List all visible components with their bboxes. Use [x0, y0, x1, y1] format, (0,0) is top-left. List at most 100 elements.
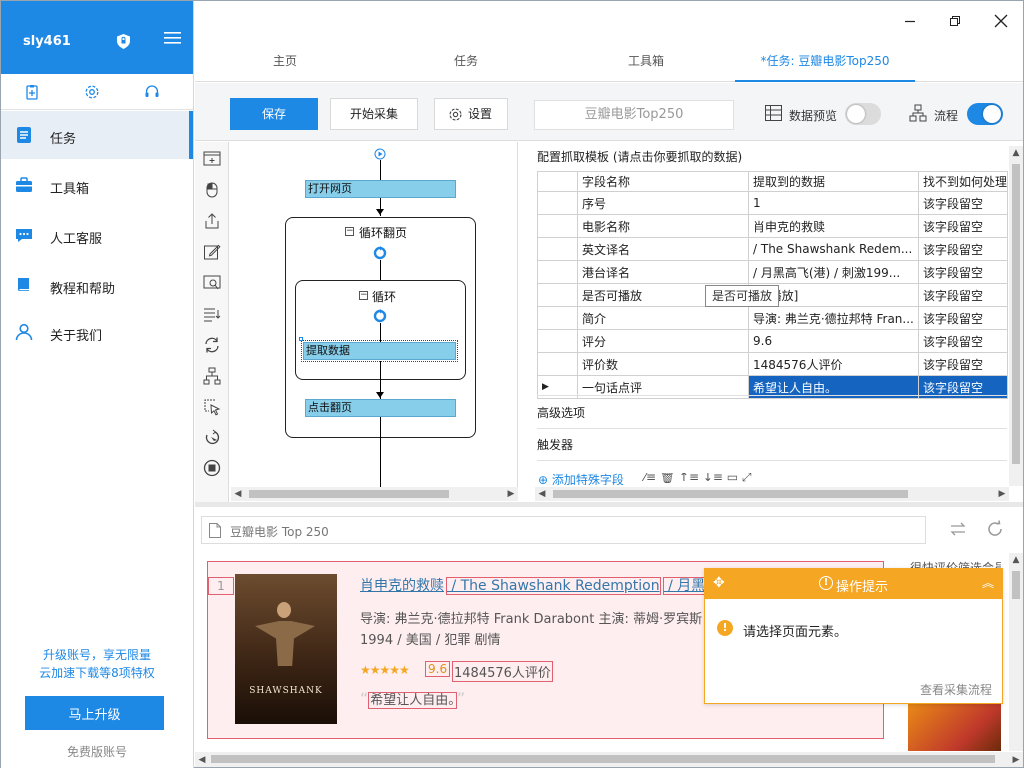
movie-poster[interactable]: SHAWSHANK — [235, 574, 337, 724]
trigger-section[interactable]: 触发器 — [537, 436, 573, 453]
not-found-action-cell[interactable]: 该字段留空 — [917, 237, 1009, 261]
scrollbar-thumb[interactable] — [553, 490, 908, 498]
table-row[interactable]: 电影名称 肖申克的救赎 该字段留空 — [537, 214, 1009, 238]
headset-icon[interactable] — [144, 84, 160, 100]
flow-node-open-page[interactable]: 打开网页 — [305, 180, 456, 198]
reload-icon[interactable] — [986, 520, 1004, 538]
browser-horizontal-scrollbar[interactable]: ◀ ▶ — [195, 752, 1023, 767]
row-indicator[interactable] — [537, 214, 578, 238]
table-row[interactable]: 评分 9.6 该字段留空 — [537, 329, 1009, 353]
scroll-up-icon[interactable]: ▲ — [1009, 553, 1023, 567]
movie-title-cn[interactable]: 肖申克的救赎 — [360, 578, 444, 594]
move-icon[interactable]: ✥ — [713, 575, 725, 591]
add-special-field-link[interactable]: ⊕ 添加特殊字段 — [538, 473, 624, 485]
close-icon[interactable] — [993, 13, 1009, 29]
scroll-left-icon[interactable]: ◀ — [535, 487, 549, 501]
vote-count[interactable]: 1484576人评价 — [452, 661, 553, 682]
open-page-icon[interactable] — [203, 150, 221, 168]
tab-tasks[interactable]: 任务 — [421, 45, 511, 82]
table-row[interactable]: 港台译名 / 月黑高飞(港) / 刺激199... 该字段留空 — [537, 260, 1009, 284]
refresh-cursor-icon[interactable] — [203, 429, 221, 447]
not-found-action-cell[interactable]: 该字段留空 — [917, 214, 1009, 238]
scrollbar-thumb[interactable] — [211, 755, 995, 763]
sidebar-item-about[interactable]: 关于我们 — [1, 308, 193, 356]
row-indicator[interactable] — [537, 283, 578, 307]
tab-home[interactable]: 主页 — [240, 45, 330, 82]
mouse-click-icon[interactable] — [203, 181, 221, 199]
loop-icon[interactable] — [203, 336, 221, 354]
settings-button[interactable]: 设置 — [434, 98, 508, 130]
scroll-left-icon[interactable]: ◀ — [231, 487, 245, 501]
flow-horizontal-scrollbar[interactable]: ◀ ▶ — [231, 487, 518, 501]
table-row[interactable]: 序号 1 该字段留空 — [537, 191, 1009, 215]
row-indicator[interactable] — [537, 306, 578, 330]
movie-director-cast[interactable]: 导演: 弗兰克·德拉邦特 Frank Darabont 主演: 蒂姆·罗宾斯 T — [360, 608, 714, 627]
field-name-cell[interactable]: 评价数 — [577, 352, 749, 376]
branch-icon[interactable] — [203, 367, 221, 385]
scroll-left-icon[interactable]: ◀ — [195, 753, 209, 767]
not-found-action-cell[interactable]: 该字段留空 — [917, 283, 1009, 307]
task-name-field[interactable]: 豆瓣电影Top250 — [534, 100, 734, 130]
scroll-right-icon[interactable]: ▶ — [995, 487, 1009, 501]
not-found-action-cell[interactable]: 该字段留空 — [917, 191, 1009, 215]
edit-icon[interactable] — [203, 243, 221, 261]
browser-address-bar[interactable]: 豆瓣电影 Top 250 — [201, 516, 926, 544]
row-indicator[interactable] — [537, 191, 578, 215]
field-name-cell[interactable]: 简介 — [577, 306, 749, 330]
scrollbar-thumb[interactable] — [1012, 164, 1020, 464]
stop-icon[interactable] — [203, 459, 221, 477]
sidebar-item-support[interactable]: 人工客服 — [1, 211, 193, 259]
field-name-cell[interactable]: 英文译名 — [577, 237, 749, 261]
footer-tool-icons[interactable]: ⁄≡ 🗑 ↑≡ ↓≡ ▭ ⤢ — [644, 473, 752, 485]
not-found-action-cell[interactable]: 该字段留空 — [917, 306, 1009, 330]
gear-icon[interactable] — [84, 84, 100, 100]
extracted-data-cell[interactable]: / The Shawshank Redem... — [748, 237, 919, 261]
extracted-data-cell[interactable]: 肖申克的救赎 — [748, 214, 919, 238]
extracted-data-cell[interactable]: 1484576人评价 — [748, 352, 919, 376]
sidebar-item-tasks[interactable]: 任务 — [1, 111, 193, 159]
extracted-data-cell[interactable]: 导演: 弗兰克·德拉邦特 Fran... — [748, 306, 919, 330]
shield-icon[interactable] — [117, 34, 130, 49]
field-name-cell[interactable]: 评分 — [577, 329, 749, 353]
field-name-cell[interactable]: 港台译名 — [577, 260, 749, 284]
movie-year-genre[interactable]: 1994 / 美国 / 犯罪 剧情 — [360, 629, 501, 648]
collapse-up-icon[interactable]: ︽ — [982, 574, 994, 591]
rating-value[interactable]: 9.6 — [425, 661, 451, 677]
extract-data-icon[interactable] — [203, 274, 221, 292]
table-row[interactable]: 简介 导演: 弗兰克·德拉邦特 Fran... 该字段留空 — [537, 306, 1009, 330]
item-number[interactable]: 1 — [208, 577, 234, 595]
movie-title-en[interactable]: / The Shawshank Redemption — [446, 577, 661, 595]
extracted-data-cell[interactable]: / 月黑高飞(港) / 刺激199... — [748, 260, 919, 284]
movie-quote[interactable]: “希望让人自由。” — [360, 689, 465, 709]
tab-toolbox[interactable]: 工具箱 — [601, 45, 691, 82]
row-indicator[interactable] — [537, 260, 578, 284]
select-cursor-icon[interactable] — [203, 398, 221, 416]
scrollbar-thumb[interactable] — [1012, 571, 1020, 599]
table-row[interactable]: 评价数 1484576人评价 该字段留空 — [537, 352, 1009, 376]
flow-toggle[interactable] — [967, 103, 1003, 125]
scroll-up-icon[interactable]: ▲ — [1009, 146, 1023, 160]
not-found-action-cell[interactable]: 该字段留空 — [917, 352, 1009, 376]
menu-icon[interactable] — [164, 31, 181, 45]
extracted-data-cell[interactable]: 1 — [748, 191, 919, 215]
row-indicator[interactable] — [537, 237, 578, 261]
upgrade-button[interactable]: 马上升级 — [25, 696, 164, 730]
data-preview-toggle[interactable] — [845, 103, 881, 125]
table-row[interactable]: 英文译名 / The Shawshank Redem... 该字段留空 — [537, 237, 1009, 261]
scrollbar-thumb[interactable] — [249, 490, 449, 498]
flow-node-extract-data[interactable]: 提取数据 — [301, 340, 458, 362]
save-button[interactable]: 保存 — [230, 98, 318, 130]
tab-current-task[interactable]: *任务: 豆瓣电影Top250 — [735, 45, 915, 82]
username[interactable]: sly461 — [23, 34, 71, 49]
restore-icon[interactable] — [947, 13, 963, 29]
scroll-right-icon[interactable]: ▶ — [504, 487, 518, 501]
minimize-icon[interactable] — [902, 13, 918, 29]
not-found-action-cell[interactable]: 该字段留空 — [917, 329, 1009, 353]
row-indicator[interactable] — [537, 329, 578, 353]
collapse-icon[interactable]: − — [345, 227, 354, 236]
field-name-cell[interactable]: 电影名称 — [577, 214, 749, 238]
view-flow-link[interactable]: 查看采集流程 — [920, 681, 992, 698]
scroll-right-icon[interactable]: ▶ — [1009, 753, 1023, 767]
browser-vertical-scrollbar[interactable]: ▲ — [1009, 553, 1023, 751]
collapse-icon[interactable]: − — [359, 291, 368, 300]
